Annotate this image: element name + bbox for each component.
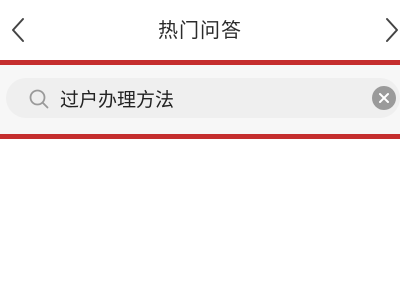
screen: 热门问答 [0,0,400,300]
forward-button[interactable] [374,10,400,50]
navigation-bar: 热门问答 [0,0,400,58]
search-input[interactable] [60,82,360,114]
search-area [0,65,400,134]
page-title: 热门问答 [158,18,242,42]
search-box[interactable] [6,78,400,118]
search-icon [29,89,49,109]
content-area [0,139,400,300]
chevron-right-icon [386,18,398,42]
clear-icon [379,93,389,103]
clear-search-button[interactable] [372,86,396,110]
